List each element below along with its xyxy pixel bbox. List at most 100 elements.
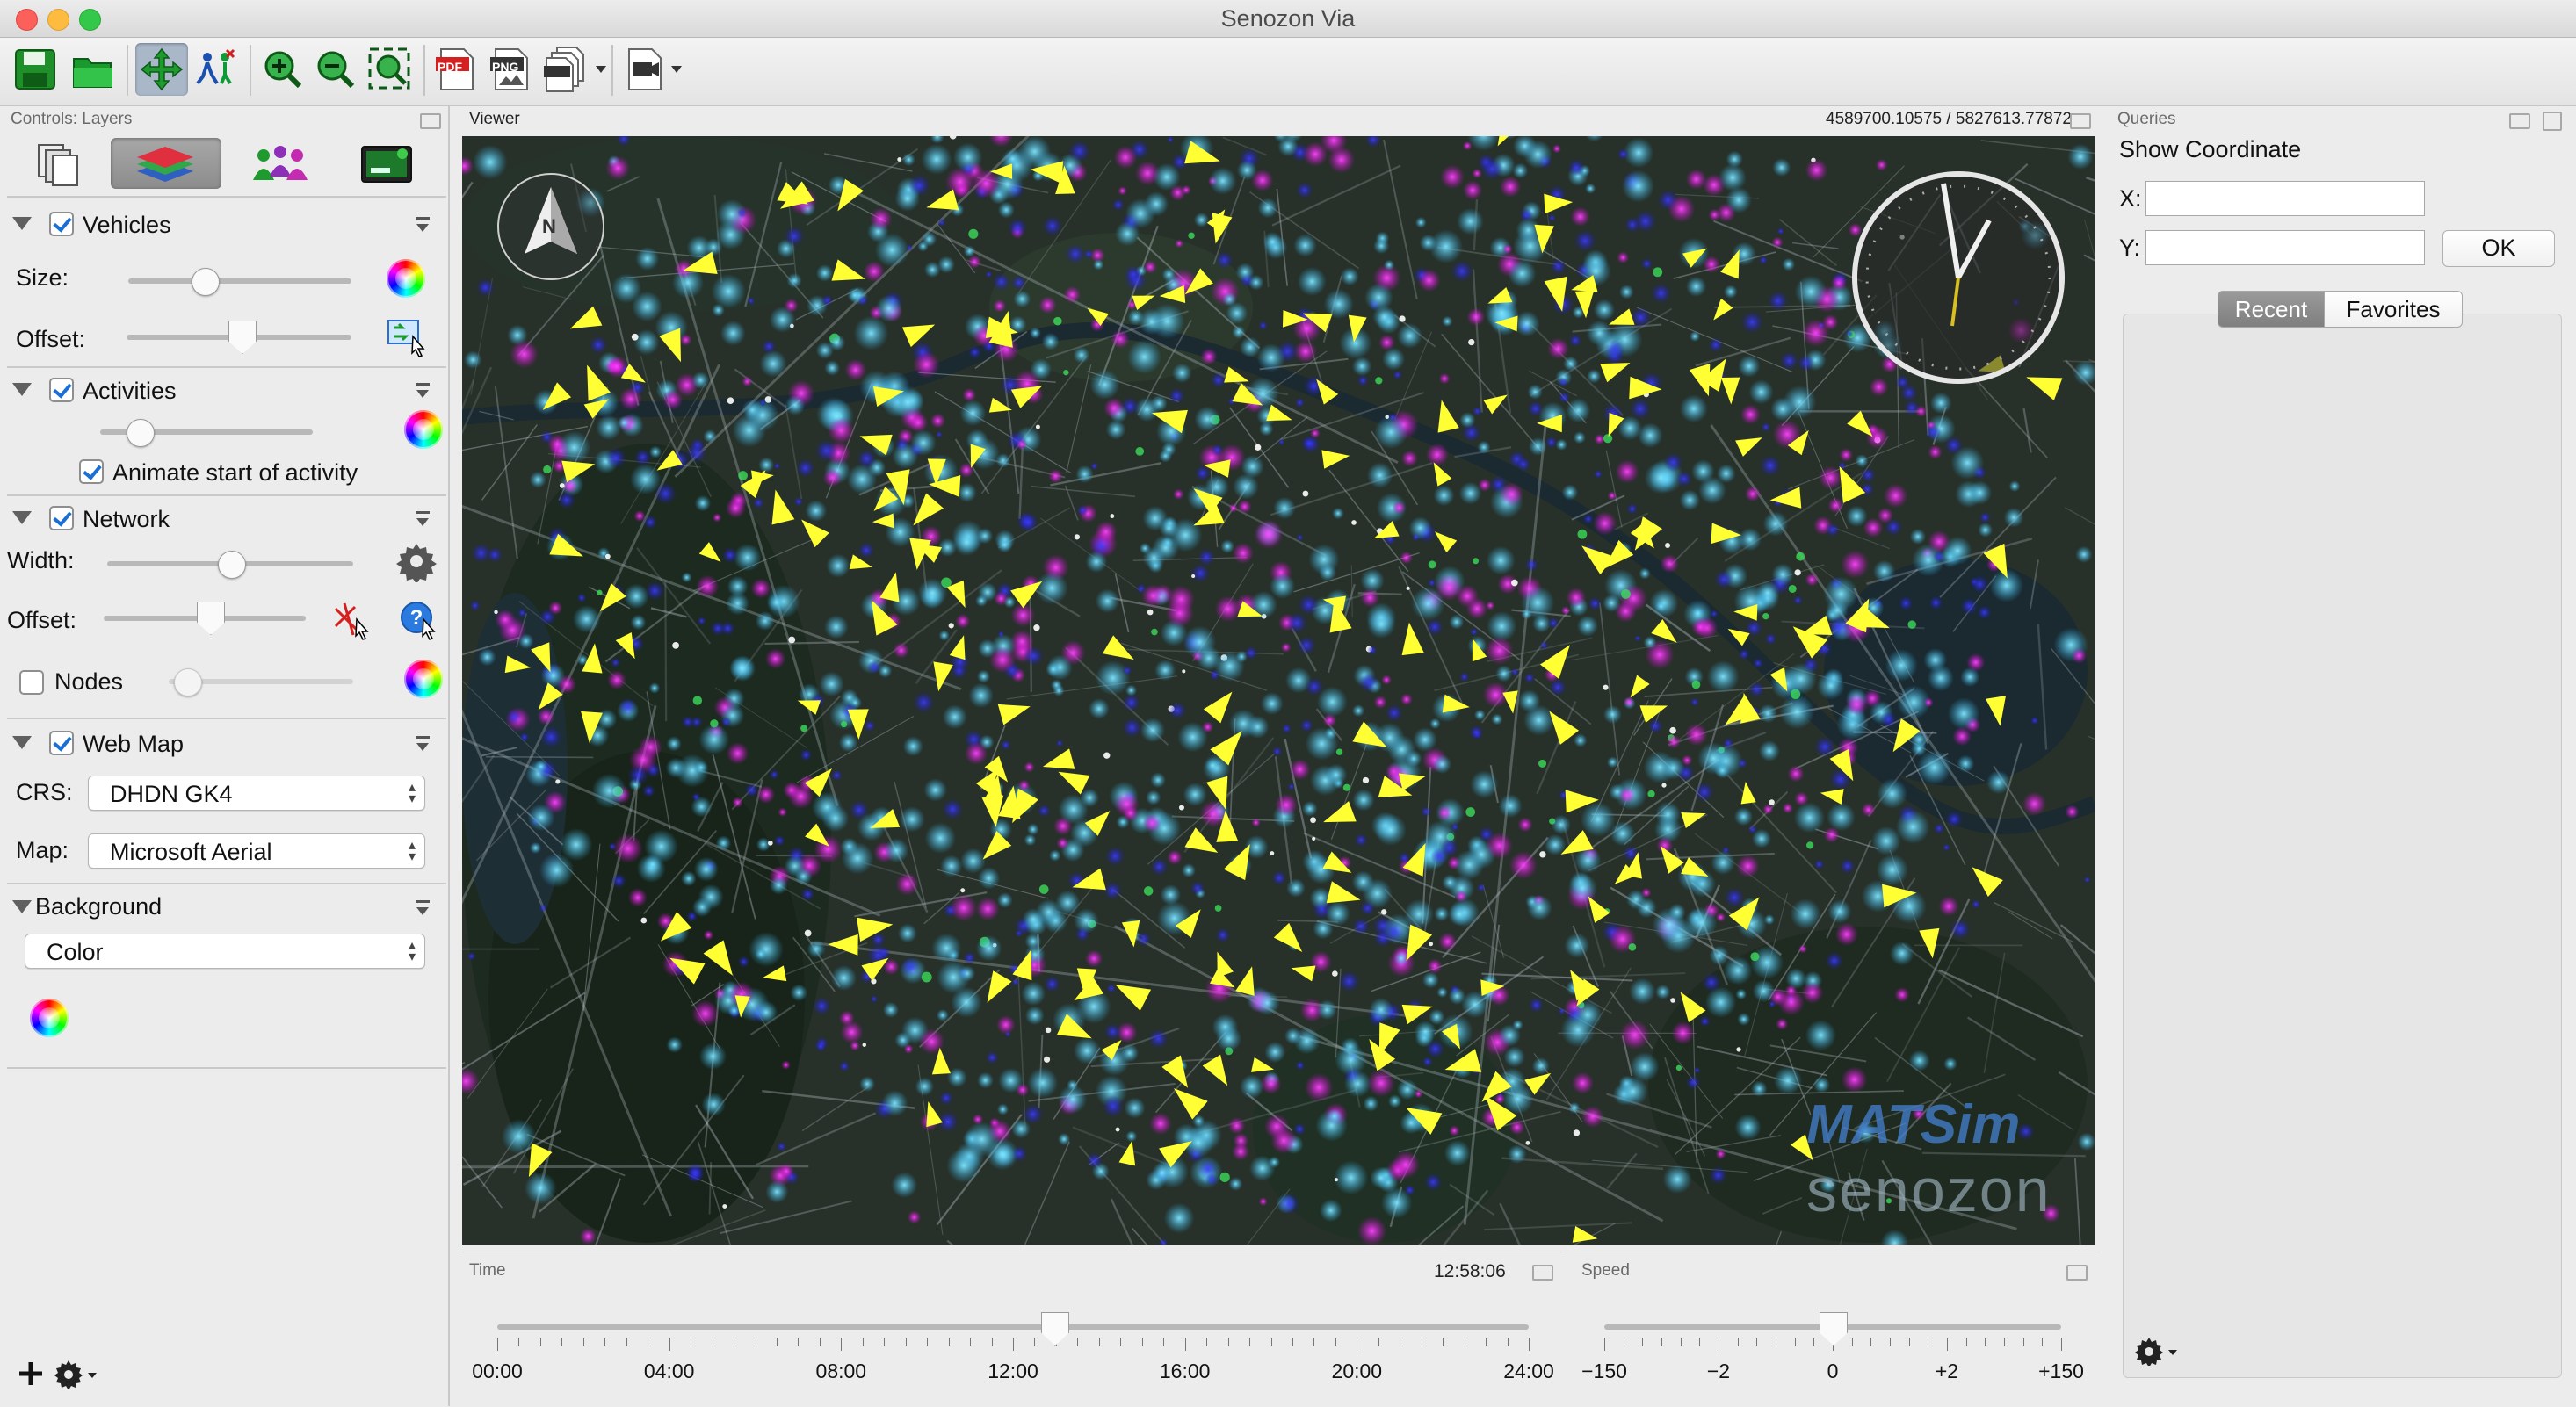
zoom-extent-button[interactable] bbox=[364, 43, 416, 96]
time-tick bbox=[1013, 1338, 1014, 1351]
toolbar-separator bbox=[250, 45, 251, 96]
add-icon[interactable] bbox=[18, 1360, 44, 1387]
network-offset-slider-knob[interactable] bbox=[197, 602, 225, 635]
background-label: Background bbox=[35, 893, 163, 920]
export-movie-icon bbox=[628, 48, 662, 90]
detach-icon[interactable] bbox=[2543, 112, 2562, 131]
zoom-out-button[interactable] bbox=[309, 43, 362, 96]
vehicle-offset-tool-icon[interactable] bbox=[387, 317, 431, 357]
gear-menu-icon[interactable] bbox=[54, 1359, 102, 1389]
pan-button[interactable] bbox=[135, 43, 188, 96]
speed-slider-knob[interactable] bbox=[1820, 1312, 1848, 1346]
section-menu-icon[interactable] bbox=[416, 907, 429, 915]
section-menu-icon[interactable] bbox=[416, 518, 429, 526]
x-coordinate-field[interactable] bbox=[2145, 181, 2425, 216]
collapse-arrow-icon[interactable] bbox=[12, 217, 32, 230]
tab-files[interactable] bbox=[26, 141, 88, 187]
gear-menu-icon[interactable] bbox=[2135, 1336, 2182, 1366]
map-canvas[interactable]: N MATSim senozon bbox=[462, 136, 2095, 1245]
color-wheel-icon[interactable] bbox=[404, 660, 443, 698]
section-menu-icon[interactable] bbox=[416, 224, 429, 232]
help-icon[interactable]: ? bbox=[399, 600, 441, 642]
speed-tick bbox=[1965, 1338, 1967, 1346]
time-tick-label: 16:00 bbox=[1159, 1360, 1211, 1382]
pin-icon[interactable] bbox=[2070, 113, 2091, 129]
pin-icon[interactable] bbox=[2066, 1265, 2088, 1281]
collapse-arrow-icon[interactable] bbox=[12, 900, 32, 913]
time-tick bbox=[1378, 1338, 1379, 1346]
collapse-arrow-icon[interactable] bbox=[12, 511, 32, 524]
vehicles-size-slider-knob[interactable] bbox=[192, 268, 220, 296]
toolbar-separator bbox=[611, 45, 613, 96]
color-wheel-icon[interactable] bbox=[387, 259, 425, 298]
panel-title: Controls: Layers bbox=[11, 110, 133, 128]
network-checkbox[interactable] bbox=[49, 506, 74, 530]
pin-icon[interactable] bbox=[1532, 1265, 1553, 1281]
nodes-checkbox[interactable] bbox=[19, 670, 44, 695]
section-menu-icon[interactable] bbox=[416, 743, 429, 751]
tab-recent[interactable]: Recent bbox=[2218, 291, 2325, 328]
speed-tick bbox=[1680, 1338, 1682, 1346]
save-icon bbox=[15, 49, 55, 90]
map-select[interactable]: Microsoft Aerial ▴ ▾ bbox=[88, 833, 425, 869]
time-slider-knob[interactable] bbox=[1040, 1312, 1069, 1346]
crs-select[interactable]: DHDN GK4 ▴ ▾ bbox=[88, 776, 425, 811]
speed-tick bbox=[1642, 1338, 1644, 1346]
open-button[interactable] bbox=[67, 43, 119, 96]
pin-icon[interactable] bbox=[420, 113, 441, 129]
webmap-checkbox[interactable] bbox=[49, 731, 74, 755]
network-offset-tool-icon[interactable] bbox=[332, 600, 374, 642]
png-series-dropdown-arrow[interactable] bbox=[596, 66, 606, 73]
speed-tick-label: −150 bbox=[1581, 1360, 1627, 1382]
speed-tick bbox=[1870, 1338, 1872, 1346]
color-wheel-icon[interactable] bbox=[30, 999, 69, 1037]
section-menu-bar bbox=[416, 900, 430, 903]
tab-favorites[interactable]: Favorites bbox=[2324, 291, 2463, 328]
speed-tick bbox=[2042, 1338, 2044, 1346]
vehicles-offset-slider-knob[interactable] bbox=[228, 321, 257, 354]
speed-tick-label: −2 bbox=[1706, 1360, 1731, 1382]
activities-size-slider-knob[interactable] bbox=[127, 419, 155, 447]
svg-text:?: ? bbox=[410, 606, 423, 630]
speed-tick bbox=[1851, 1338, 1853, 1346]
vehicles-checkbox[interactable] bbox=[49, 212, 74, 236]
movie-dropdown-arrow[interactable] bbox=[671, 66, 682, 73]
export-png-series-button[interactable] bbox=[539, 43, 592, 96]
animate-start-checkbox[interactable] bbox=[79, 459, 104, 484]
speed-tick bbox=[1985, 1338, 1986, 1346]
select-agents-button[interactable] bbox=[190, 43, 242, 96]
export-pdf-button[interactable]: PDF bbox=[431, 43, 483, 96]
time-tick bbox=[539, 1338, 541, 1346]
export-movie-button[interactable] bbox=[619, 43, 671, 96]
queries-list-area bbox=[2123, 314, 2562, 1378]
color-wheel-icon[interactable] bbox=[404, 410, 443, 449]
time-title: Time bbox=[469, 1261, 506, 1280]
time-tick bbox=[927, 1338, 929, 1346]
collapse-arrow-icon[interactable] bbox=[12, 736, 32, 749]
ok-button[interactable]: OK bbox=[2442, 230, 2555, 267]
speed-panel: Speed −150 −2 0 +2 +150 bbox=[1574, 1252, 2096, 1407]
collapse-arrow-icon[interactable] bbox=[12, 383, 32, 396]
tab-display[interactable] bbox=[358, 141, 416, 187]
y-coordinate-field[interactable] bbox=[2145, 230, 2425, 265]
save-button[interactable] bbox=[9, 43, 62, 96]
speed-tick-label: 0 bbox=[1827, 1360, 1839, 1382]
section-menu-icon[interactable] bbox=[416, 390, 429, 398]
background-select[interactable]: Color ▴ ▾ bbox=[25, 934, 425, 969]
export-png-button[interactable]: PNG bbox=[485, 43, 538, 96]
tab-agents[interactable] bbox=[248, 141, 313, 187]
stepper-arrows-icon: ▴ ▾ bbox=[408, 838, 416, 864]
vehicles-size-slider[interactable] bbox=[128, 278, 351, 284]
time-slider[interactable] bbox=[497, 1324, 1529, 1330]
time-value: 12:58:06 bbox=[1434, 1261, 1506, 1281]
gear-icon[interactable] bbox=[395, 540, 438, 582]
pin-icon[interactable] bbox=[2509, 113, 2530, 129]
activities-checkbox[interactable] bbox=[49, 378, 74, 402]
zoom-in-button[interactable] bbox=[257, 43, 309, 96]
senozon-logo: senozon bbox=[1806, 1156, 2051, 1224]
network-width-slider-knob[interactable] bbox=[218, 551, 246, 579]
time-tick bbox=[626, 1338, 627, 1346]
tab-layers[interactable] bbox=[111, 138, 221, 189]
crs-value: DHDN GK4 bbox=[110, 781, 233, 807]
nodes-size-slider-knob[interactable] bbox=[174, 668, 202, 696]
